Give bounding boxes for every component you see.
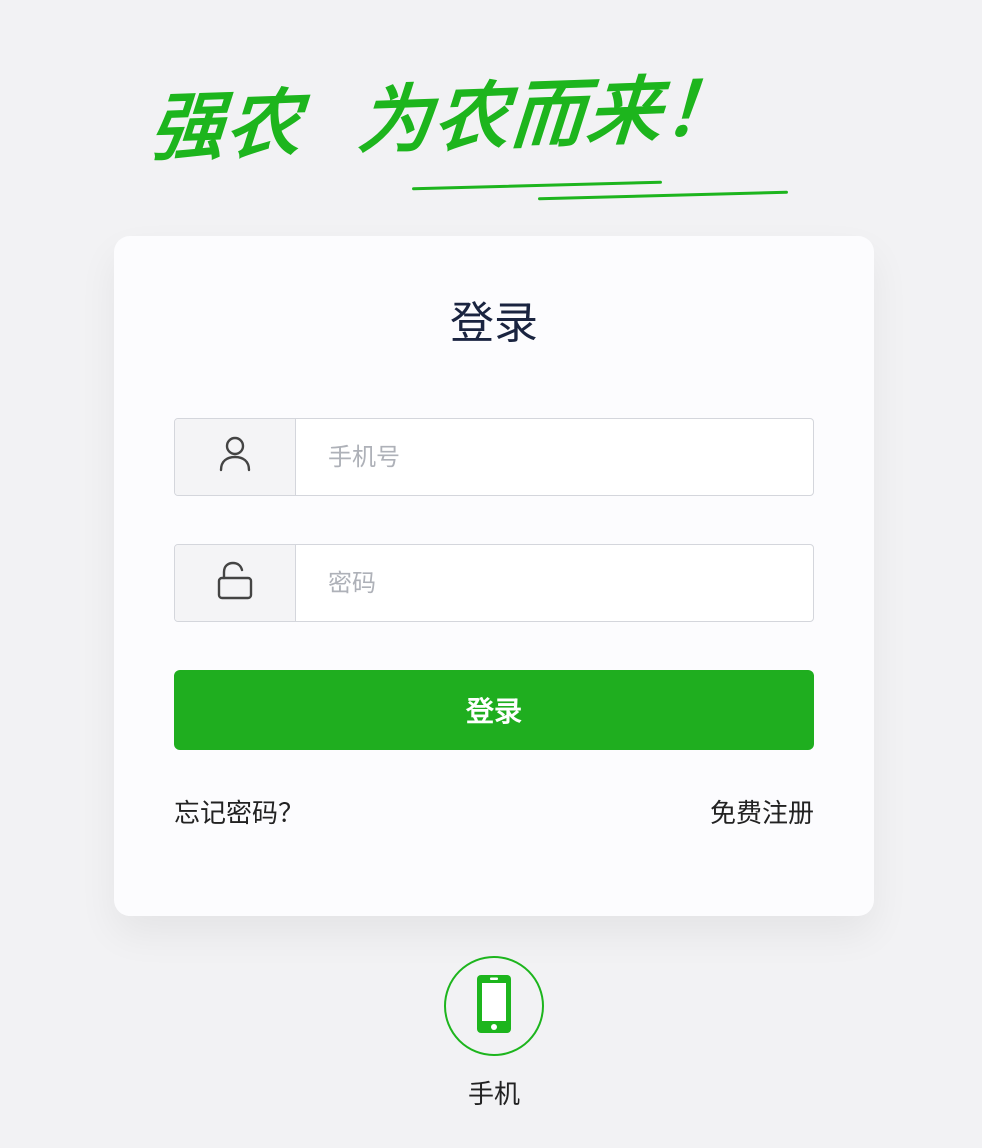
mobile-phone-icon: [476, 974, 512, 1038]
mobile-login-button[interactable]: [444, 956, 544, 1056]
password-field[interactable]: [174, 544, 814, 622]
login-button[interactable]: 登录: [174, 670, 814, 750]
slogan-text: 强农 为农而来！: [146, 65, 743, 172]
slogan-underline: [412, 180, 662, 191]
register-link[interactable]: 免费注册: [710, 796, 814, 832]
password-input[interactable]: [296, 545, 813, 621]
login-card: 登录 登录 忘记密码？ 免费注册: [114, 236, 874, 916]
phone-field-icon-box: [175, 419, 296, 495]
phone-input[interactable]: [296, 419, 813, 495]
page-title: 登录: [450, 298, 538, 349]
forgot-password-link[interactable]: 忘记密码？: [174, 796, 304, 832]
user-icon: [217, 435, 253, 479]
phone-field[interactable]: [174, 418, 814, 496]
mobile-login-option[interactable]: 手机: [444, 956, 544, 1110]
mobile-login-label: 手机: [467, 1080, 520, 1110]
unlock-icon: [216, 561, 254, 605]
slogan-banner: 强农 为农而来！: [0, 66, 982, 212]
password-field-icon-box: [175, 545, 296, 621]
slogan-underline: [538, 190, 788, 201]
